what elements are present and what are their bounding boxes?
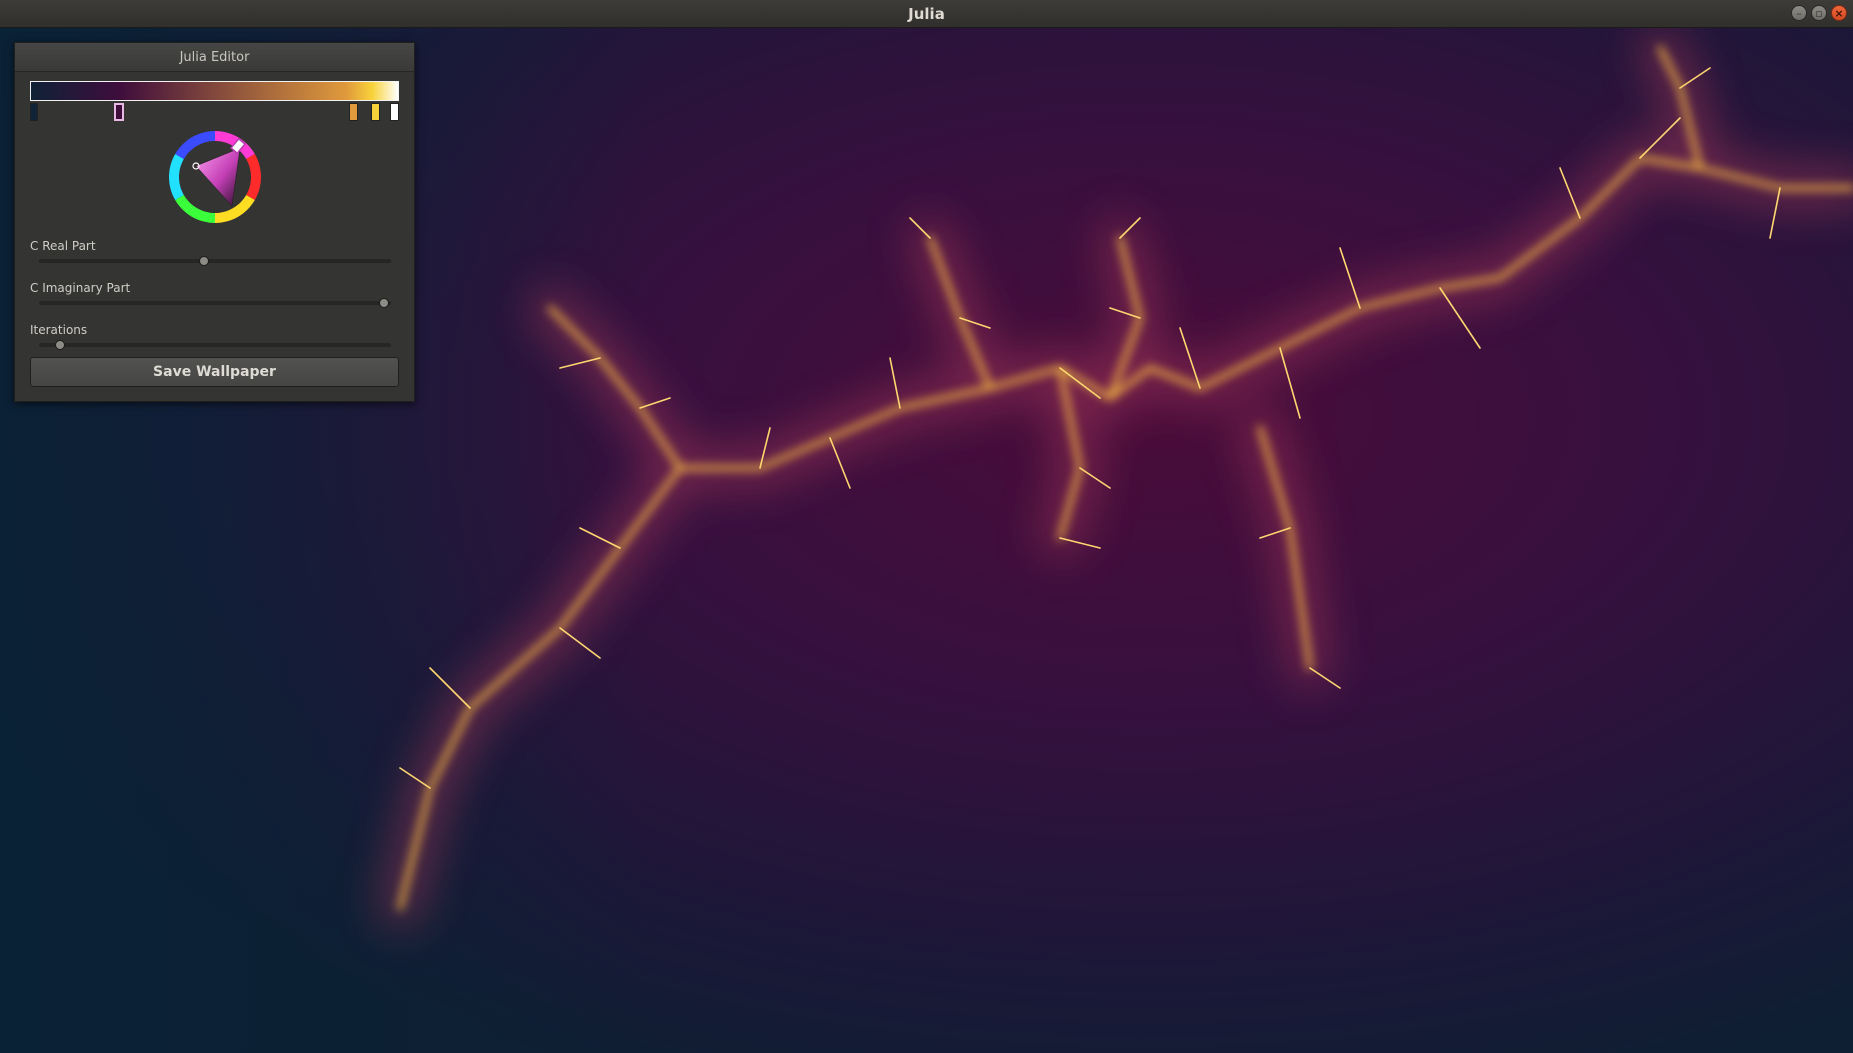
c-real-slider-knob[interactable] <box>199 256 210 266</box>
save-wallpaper-button[interactable]: Save Wallpaper <box>30 357 399 387</box>
c-real-slider[interactable] <box>39 256 391 266</box>
gradient-stop-5[interactable] <box>390 103 399 121</box>
window-controls: – ▫ × <box>1791 5 1847 21</box>
julia-editor-panel: Julia Editor C Real Part C Imaginary Par… <box>14 42 415 402</box>
gradient-stop-1[interactable] <box>30 103 38 121</box>
c-imaginary-slider[interactable] <box>39 298 391 308</box>
maximize-icon[interactable]: ▫ <box>1811 5 1827 21</box>
gradient-stop-2[interactable] <box>114 103 124 121</box>
c-real-label: C Real Part <box>30 239 96 253</box>
gradient-stop-4[interactable] <box>371 103 380 121</box>
gradient-stop-3[interactable] <box>349 103 358 121</box>
iterations-slider-knob[interactable] <box>55 340 66 350</box>
color-gradient-bar[interactable] <box>30 81 399 101</box>
minimize-icon[interactable]: – <box>1791 5 1807 21</box>
title-bar[interactable]: Julia – ▫ × <box>0 0 1853 28</box>
color-wheel-icon[interactable] <box>168 130 262 224</box>
window-title: Julia <box>908 4 945 23</box>
julia-window: Julia – ▫ × Julia Editor C Real Part C I… <box>0 0 1853 1053</box>
c-imaginary-label: C Imaginary Part <box>30 281 131 295</box>
c-imaginary-slider-knob[interactable] <box>378 298 389 308</box>
close-icon[interactable]: × <box>1831 5 1847 21</box>
iterations-slider[interactable] <box>39 340 391 350</box>
editor-title[interactable]: Julia Editor <box>15 43 414 72</box>
iterations-label: Iterations <box>30 323 88 337</box>
